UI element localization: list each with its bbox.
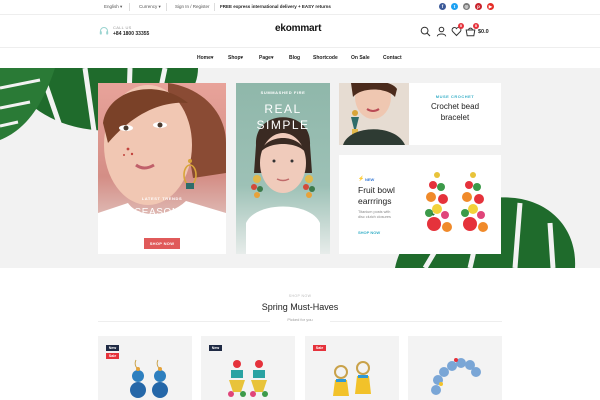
card-eyebrow: SUMMASHED FIRE <box>260 90 306 95</box>
product-card[interactable]: New Sale <box>98 336 192 400</box>
shop-now-button[interactable]: SHOP NOW <box>144 238 180 249</box>
nav-item-shortcode[interactable]: Shortcode <box>313 55 338 61</box>
divider <box>214 3 215 11</box>
card-description: disc clutch closures <box>358 215 391 219</box>
card-eyebrow: NEW <box>365 177 375 182</box>
card-eyebrow: MUSE CROCHET <box>435 94 475 99</box>
card-title: REAL <box>264 102 302 116</box>
call-us-label: CALL US <box>113 25 132 30</box>
card-eyebrow: LATEST TRENDS <box>141 196 183 201</box>
card-title: Crochet bead <box>430 102 480 111</box>
youtube-icon[interactable]: ▶ <box>487 3 494 10</box>
nav-item-on-sale[interactable]: On Sale <box>351 55 370 61</box>
bead-bracelet-image <box>431 358 481 395</box>
section-eyebrow: SHOP NOW <box>288 294 312 298</box>
card-title: SEASON'S <box>134 207 190 218</box>
tassel-earrings-image <box>333 361 371 396</box>
bead-earrings-image <box>130 359 168 398</box>
site-header: CALL US +84 1800 33355 ekommart 0 0 $0.0 <box>0 15 600 48</box>
earring-right <box>303 175 315 198</box>
earring-left <box>251 175 263 198</box>
promo-card-seasons[interactable]: LATEST TRENDS SEASON'S Newest Arrivals S… <box>98 83 226 254</box>
facebook-icon[interactable]: f <box>439 3 446 10</box>
model-portrait-image <box>339 83 409 145</box>
site-logo[interactable]: ekommart <box>275 23 321 34</box>
card-title: Fruit bowl <box>358 185 395 195</box>
social-links: f t ◎ p ▶ <box>439 3 494 10</box>
sign-in-link[interactable]: Sign In / Register <box>175 4 210 9</box>
instagram-icon[interactable]: ◎ <box>463 3 470 10</box>
pinterest-icon[interactable]: p <box>475 3 482 10</box>
card-subtitle: earrrings <box>358 196 392 206</box>
language-selector[interactable]: English ▾ <box>104 4 122 10</box>
divider <box>166 3 167 11</box>
twitter-icon[interactable]: t <box>451 3 458 10</box>
promo-text: FREE express international delivery + EA… <box>220 4 331 9</box>
nav-item-shop[interactable]: Shop▾ <box>228 55 243 61</box>
nav-item-page[interactable]: Page▾ <box>259 55 273 61</box>
product-card[interactable]: New <box>201 336 295 400</box>
user-icon[interactable] <box>436 26 447 37</box>
lightning-icon: ⚡ <box>358 176 365 182</box>
nav-item-blog[interactable]: Blog <box>289 55 300 61</box>
card-subtitle: SIMPLE <box>256 118 310 132</box>
card-subtitle: bracelet <box>440 113 470 122</box>
cart-total[interactable]: $0.0 <box>478 29 489 35</box>
section-subtitle: Picked for you <box>270 317 330 322</box>
card-description: Titanium posts with <box>358 210 391 214</box>
nav-item-contact[interactable]: Contact <box>383 55 402 61</box>
headset-icon <box>99 27 109 35</box>
card-subtitle: Newest Arrivals <box>132 220 192 230</box>
section-title: Spring Must-Haves <box>261 302 339 312</box>
top-bar: English ▾ Currency ▾ Sign In / Register … <box>0 0 600 15</box>
leaf-decoration <box>0 68 55 140</box>
nav-item-home[interactable]: Home▾ <box>197 55 213 61</box>
promo-card-real-simple[interactable]: SUMMASHED FIRE REAL SIMPLE <box>236 83 330 254</box>
divider <box>129 3 130 11</box>
product-card[interactable] <box>408 336 502 400</box>
phone-number[interactable]: +84 1800 33355 <box>113 31 149 37</box>
promo-card-fruit-bowl-earrings[interactable]: ⚡ NEW Fruit bowl earrrings Titanium post… <box>339 155 501 254</box>
wishlist-count-badge: 0 <box>458 23 464 29</box>
fruit-earrings-image <box>425 172 488 232</box>
hero-banner: LATEST TRENDS SEASON'S Newest Arrivals S… <box>0 68 600 268</box>
promo-card-crochet-bracelet[interactable]: MUSE CROCHET Crochet bead bracelet <box>339 83 501 145</box>
colorful-earrings-image <box>228 360 268 397</box>
product-card[interactable]: Sale <box>305 336 399 400</box>
currency-selector[interactable]: Currency ▾ <box>139 4 161 10</box>
main-nav: Home▾ Shop▾ Page▾ Blog Shortcode On Sale… <box>0 49 600 68</box>
search-icon[interactable] <box>420 26 431 37</box>
shop-now-link[interactable]: SHOP NOW <box>358 230 380 235</box>
